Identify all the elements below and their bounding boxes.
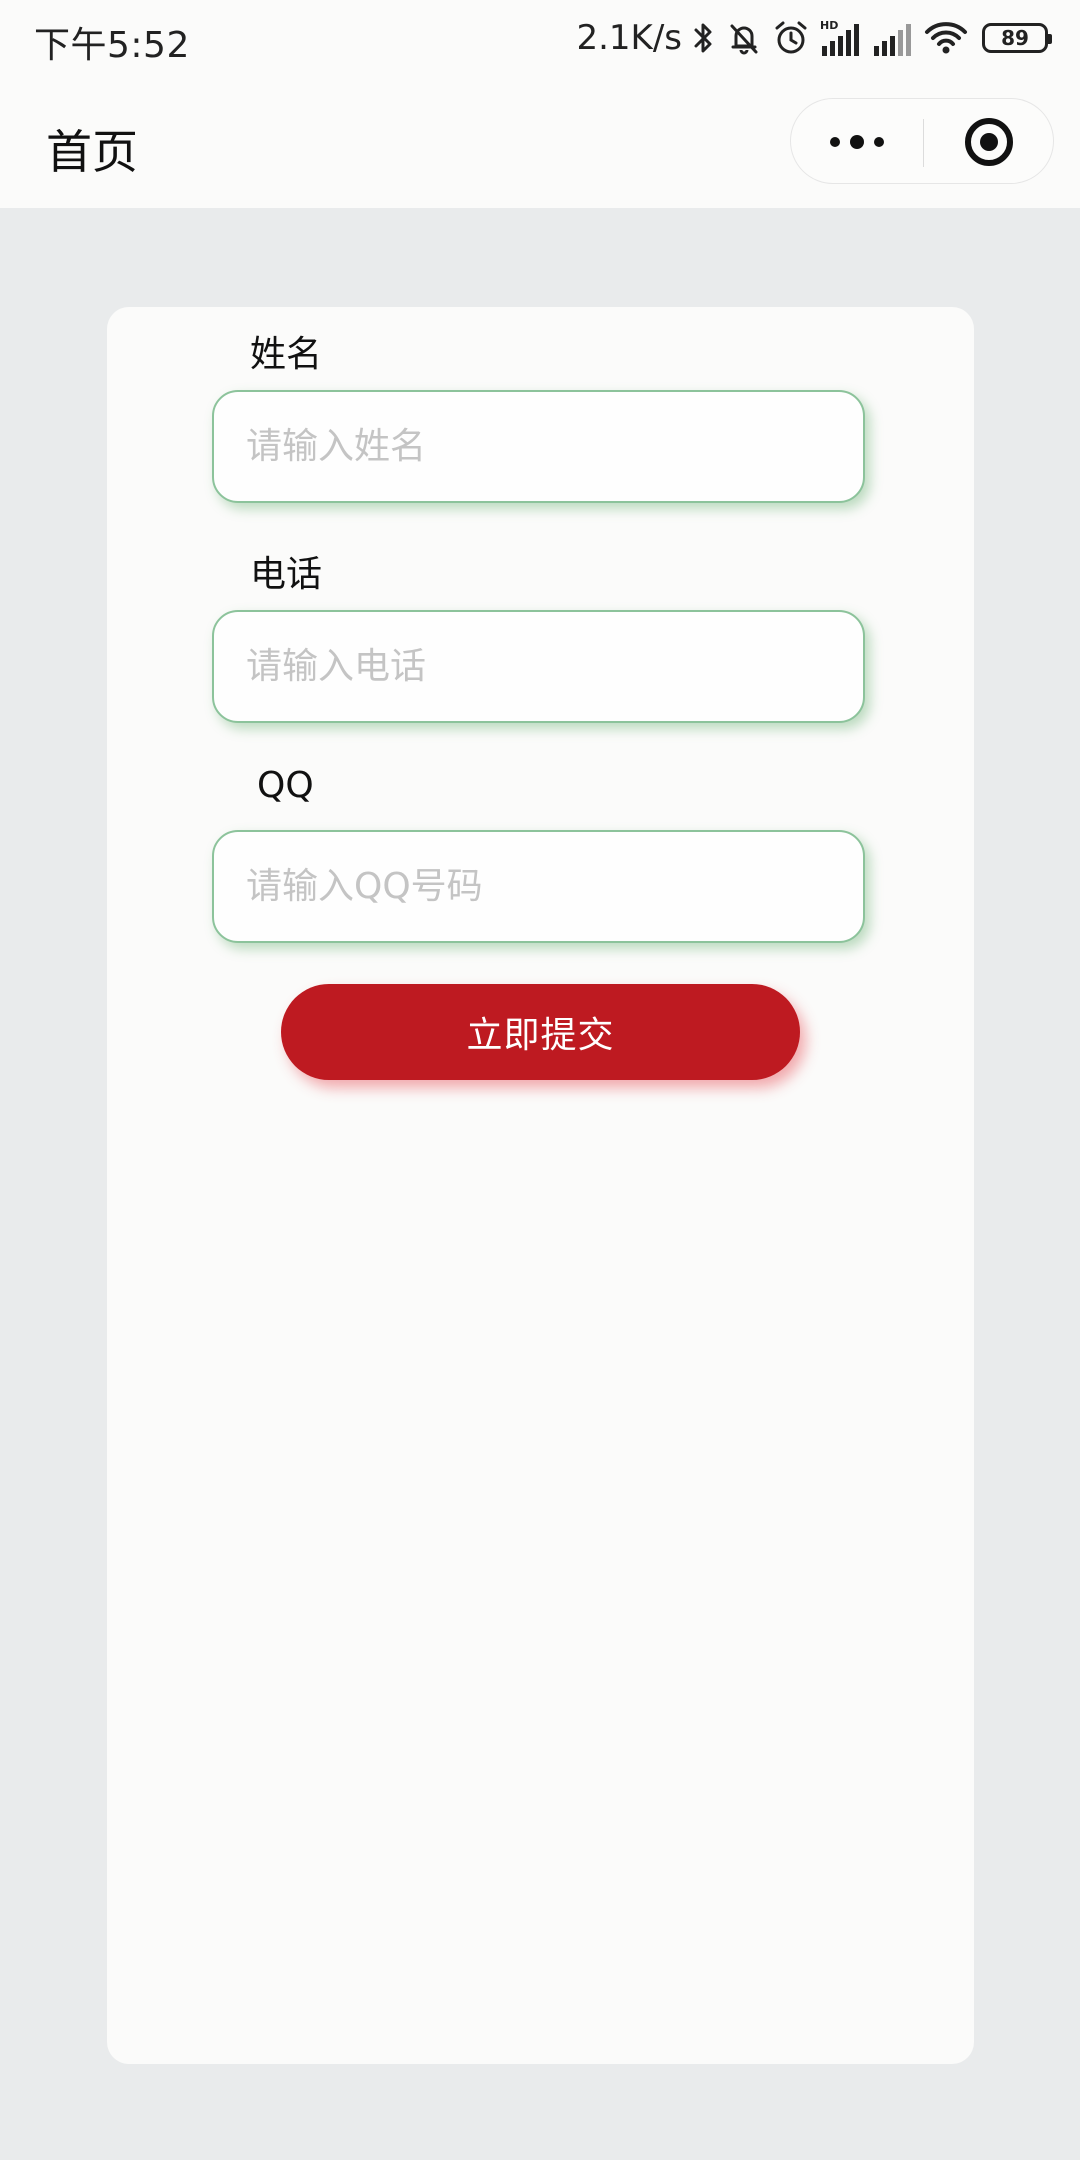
page-title: 首页 bbox=[46, 125, 138, 179]
battery-icon: 89 bbox=[982, 23, 1052, 53]
hd-signal-icon: HD bbox=[820, 18, 862, 58]
close-button[interactable] bbox=[923, 99, 1055, 185]
nav-bar: 首页 bbox=[0, 78, 1080, 208]
submit-button[interactable]: 立即提交 bbox=[281, 984, 800, 1080]
phone-label: 电话 bbox=[250, 554, 323, 595]
mini-program-capsule bbox=[790, 98, 1054, 184]
more-dots-icon bbox=[830, 135, 884, 149]
form-card: 姓名 电话 QQ 立即提交 bbox=[107, 307, 974, 2064]
more-button[interactable] bbox=[791, 99, 923, 185]
mute-bell-icon bbox=[726, 20, 762, 56]
target-circle-icon bbox=[965, 118, 1013, 166]
status-time: 下午5:52 bbox=[34, 25, 190, 66]
wifi-icon bbox=[924, 19, 968, 57]
status-bar: 下午5:52 2.1K/s HD 89 bbox=[0, 0, 1080, 78]
qq-label: QQ bbox=[257, 765, 314, 806]
alarm-icon bbox=[772, 19, 810, 57]
bluetooth-icon bbox=[692, 20, 716, 56]
phone-input[interactable] bbox=[212, 610, 865, 723]
svg-text:HD: HD bbox=[820, 19, 838, 32]
signal-icon bbox=[872, 18, 914, 58]
qq-input[interactable] bbox=[212, 830, 865, 943]
status-icons: 2.1K/s HD 89 bbox=[576, 14, 1052, 62]
battery-level: 89 bbox=[1001, 26, 1029, 50]
name-label: 姓名 bbox=[250, 334, 323, 375]
network-speed: 2.1K/s bbox=[576, 18, 682, 58]
name-input[interactable] bbox=[212, 390, 865, 503]
